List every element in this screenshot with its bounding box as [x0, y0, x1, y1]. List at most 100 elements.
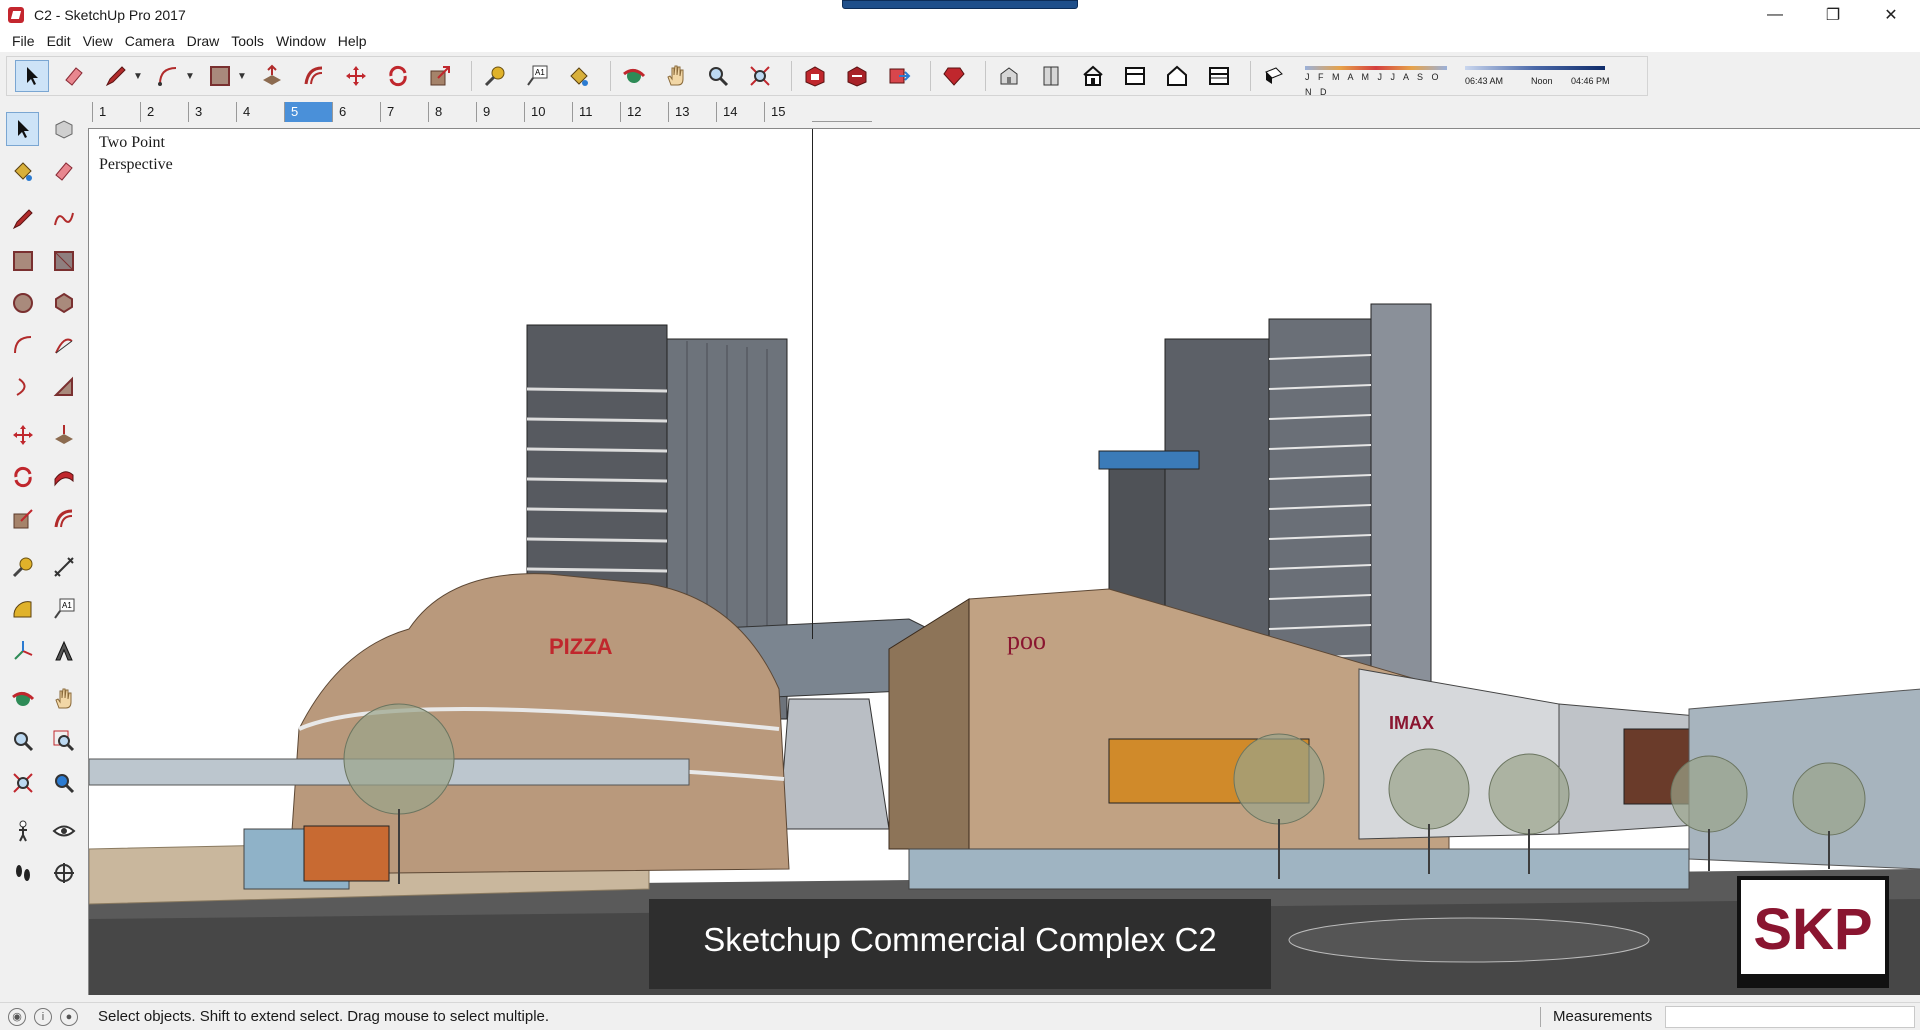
scene-tab[interactable]: 10 — [524, 102, 572, 122]
paint-bucket-button[interactable] — [562, 60, 596, 92]
axes-tool-button[interactable] — [6, 634, 39, 668]
zoom-extents-button[interactable] — [6, 766, 39, 800]
user-account-icon[interactable]: ● — [60, 1007, 78, 1026]
freehand-tool-button[interactable] — [47, 202, 80, 236]
rotate-tool-button[interactable] — [6, 460, 39, 494]
polygon-tool-button[interactable] — [47, 286, 80, 320]
model-viewport[interactable]: PIZZA poo IMAX Two Point Perspective Ske… — [88, 128, 1920, 995]
extension-warehouse-button[interactable] — [937, 60, 971, 92]
walk-tool-button[interactable] — [6, 856, 39, 890]
menu-camera[interactable]: Camera — [119, 30, 181, 52]
tape-measure-button[interactable] — [6, 550, 39, 584]
credits-info-icon[interactable]: i — [34, 1007, 52, 1026]
orbit-tool-button[interactable] — [6, 682, 39, 716]
line-tool-button[interactable] — [6, 202, 39, 236]
menu-view[interactable]: View — [77, 30, 119, 52]
pan-tool-button[interactable] — [659, 60, 693, 92]
dimension-tool-button[interactable] — [47, 550, 80, 584]
two-point-arc-button[interactable] — [47, 328, 80, 362]
tape-measure-button[interactable] — [478, 60, 512, 92]
scene-tab[interactable]: 1 — [92, 102, 140, 122]
eraser-tool-button[interactable] — [47, 154, 80, 188]
share-model-button[interactable] — [840, 60, 874, 92]
iso-view-button[interactable] — [992, 60, 1026, 92]
move-tool-button[interactable] — [339, 60, 373, 92]
rotate-tool-button[interactable] — [381, 60, 415, 92]
zoom-window-button[interactable] — [47, 724, 80, 758]
text-tool-button[interactable]: A1 — [520, 60, 554, 92]
geo-location-icon[interactable]: ◉ — [8, 1007, 26, 1026]
window-drag-handle[interactable] — [842, 0, 1078, 9]
menu-help[interactable]: Help — [332, 30, 373, 52]
select-tool-button[interactable] — [15, 60, 49, 92]
scene-tab[interactable]: 15 — [764, 102, 812, 122]
scene-tab[interactable]: 7 — [380, 102, 428, 122]
look-around-button[interactable] — [47, 814, 80, 848]
time-slider[interactable] — [1465, 66, 1605, 70]
scene-tab[interactable]: 4 — [236, 102, 284, 122]
minimize-button[interactable]: — — [1746, 0, 1804, 30]
arc-tool-button[interactable] — [151, 60, 185, 92]
menu-draw[interactable]: Draw — [181, 30, 226, 52]
make-component-button[interactable] — [47, 112, 80, 146]
3d-text-button[interactable] — [47, 634, 80, 668]
top-view-button[interactable] — [1034, 60, 1068, 92]
offset-tool-button[interactable] — [47, 502, 80, 536]
scene-tab[interactable]: 11 — [572, 102, 620, 122]
restore-button[interactable]: ❐ — [1804, 0, 1862, 30]
orbit-tool-button[interactable] — [617, 60, 651, 92]
scene-tab[interactable]: 2 — [140, 102, 188, 122]
position-camera-button[interactable] — [6, 814, 39, 848]
line-tool-dropdown-icon[interactable]: ▼ — [133, 71, 143, 82]
eraser-tool-button[interactable] — [57, 60, 91, 92]
measurements-input[interactable] — [1665, 1006, 1915, 1028]
warehouse-button[interactable] — [798, 60, 832, 92]
line-tool-button[interactable] — [99, 60, 133, 92]
zoom-tool-button[interactable] — [701, 60, 735, 92]
menu-edit[interactable]: Edit — [41, 30, 77, 52]
rectangle-tool-button[interactable] — [6, 244, 39, 278]
rectangle-tool-button[interactable] — [203, 60, 237, 92]
section-plane-button[interactable] — [47, 856, 80, 890]
rectangle-tool-dropdown-icon[interactable]: ▼ — [237, 71, 247, 82]
zoom-extents-button[interactable] — [743, 60, 777, 92]
select-tool-button[interactable] — [6, 112, 40, 146]
right-view-button[interactable] — [1118, 60, 1152, 92]
back-view-button[interactable] — [1160, 60, 1194, 92]
circle-tool-button[interactable] — [6, 286, 39, 320]
share-component-button[interactable] — [882, 60, 916, 92]
protractor-button[interactable] — [6, 592, 39, 626]
three-point-arc-button[interactable] — [6, 370, 39, 404]
move-tool-button[interactable] — [6, 418, 39, 452]
date-slider[interactable] — [1305, 66, 1447, 70]
scale-tool-button[interactable] — [423, 60, 457, 92]
scale-tool-button[interactable] — [6, 502, 39, 536]
left-view-button[interactable] — [1202, 60, 1236, 92]
text-tool-button[interactable]: A1 — [47, 592, 80, 626]
pan-tool-button[interactable] — [47, 682, 80, 716]
paint-bucket-button[interactable] — [6, 154, 39, 188]
menu-window[interactable]: Window — [270, 30, 332, 52]
arc-tool-button[interactable] — [6, 328, 39, 362]
menu-file[interactable]: File — [6, 30, 41, 52]
close-button[interactable]: ✕ — [1862, 0, 1920, 30]
shadows-toggle-button[interactable] — [1257, 60, 1291, 92]
scene-tab[interactable]: 9 — [476, 102, 524, 122]
scene-tab[interactable]: 13 — [668, 102, 716, 122]
scene-tab[interactable]: 8 — [428, 102, 476, 122]
front-view-button[interactable] — [1076, 60, 1110, 92]
pie-tool-button[interactable] — [47, 370, 80, 404]
scene-tab[interactable]: 3 — [188, 102, 236, 122]
follow-me-button[interactable] — [47, 460, 80, 494]
push-pull-tool-button[interactable] — [255, 60, 289, 92]
scene-tab[interactable]: 14 — [716, 102, 764, 122]
scene-tab[interactable]: 6 — [332, 102, 380, 122]
previous-view-button[interactable] — [47, 766, 80, 800]
scene-tab[interactable]: 12 — [620, 102, 668, 122]
rotated-rectangle-button[interactable] — [47, 244, 80, 278]
menu-tools[interactable]: Tools — [225, 30, 270, 52]
push-pull-tool-button[interactable] — [47, 418, 80, 452]
scene-tab-active[interactable]: 5 — [284, 102, 332, 122]
zoom-tool-button[interactable] — [6, 724, 39, 758]
offset-tool-button[interactable] — [297, 60, 331, 92]
